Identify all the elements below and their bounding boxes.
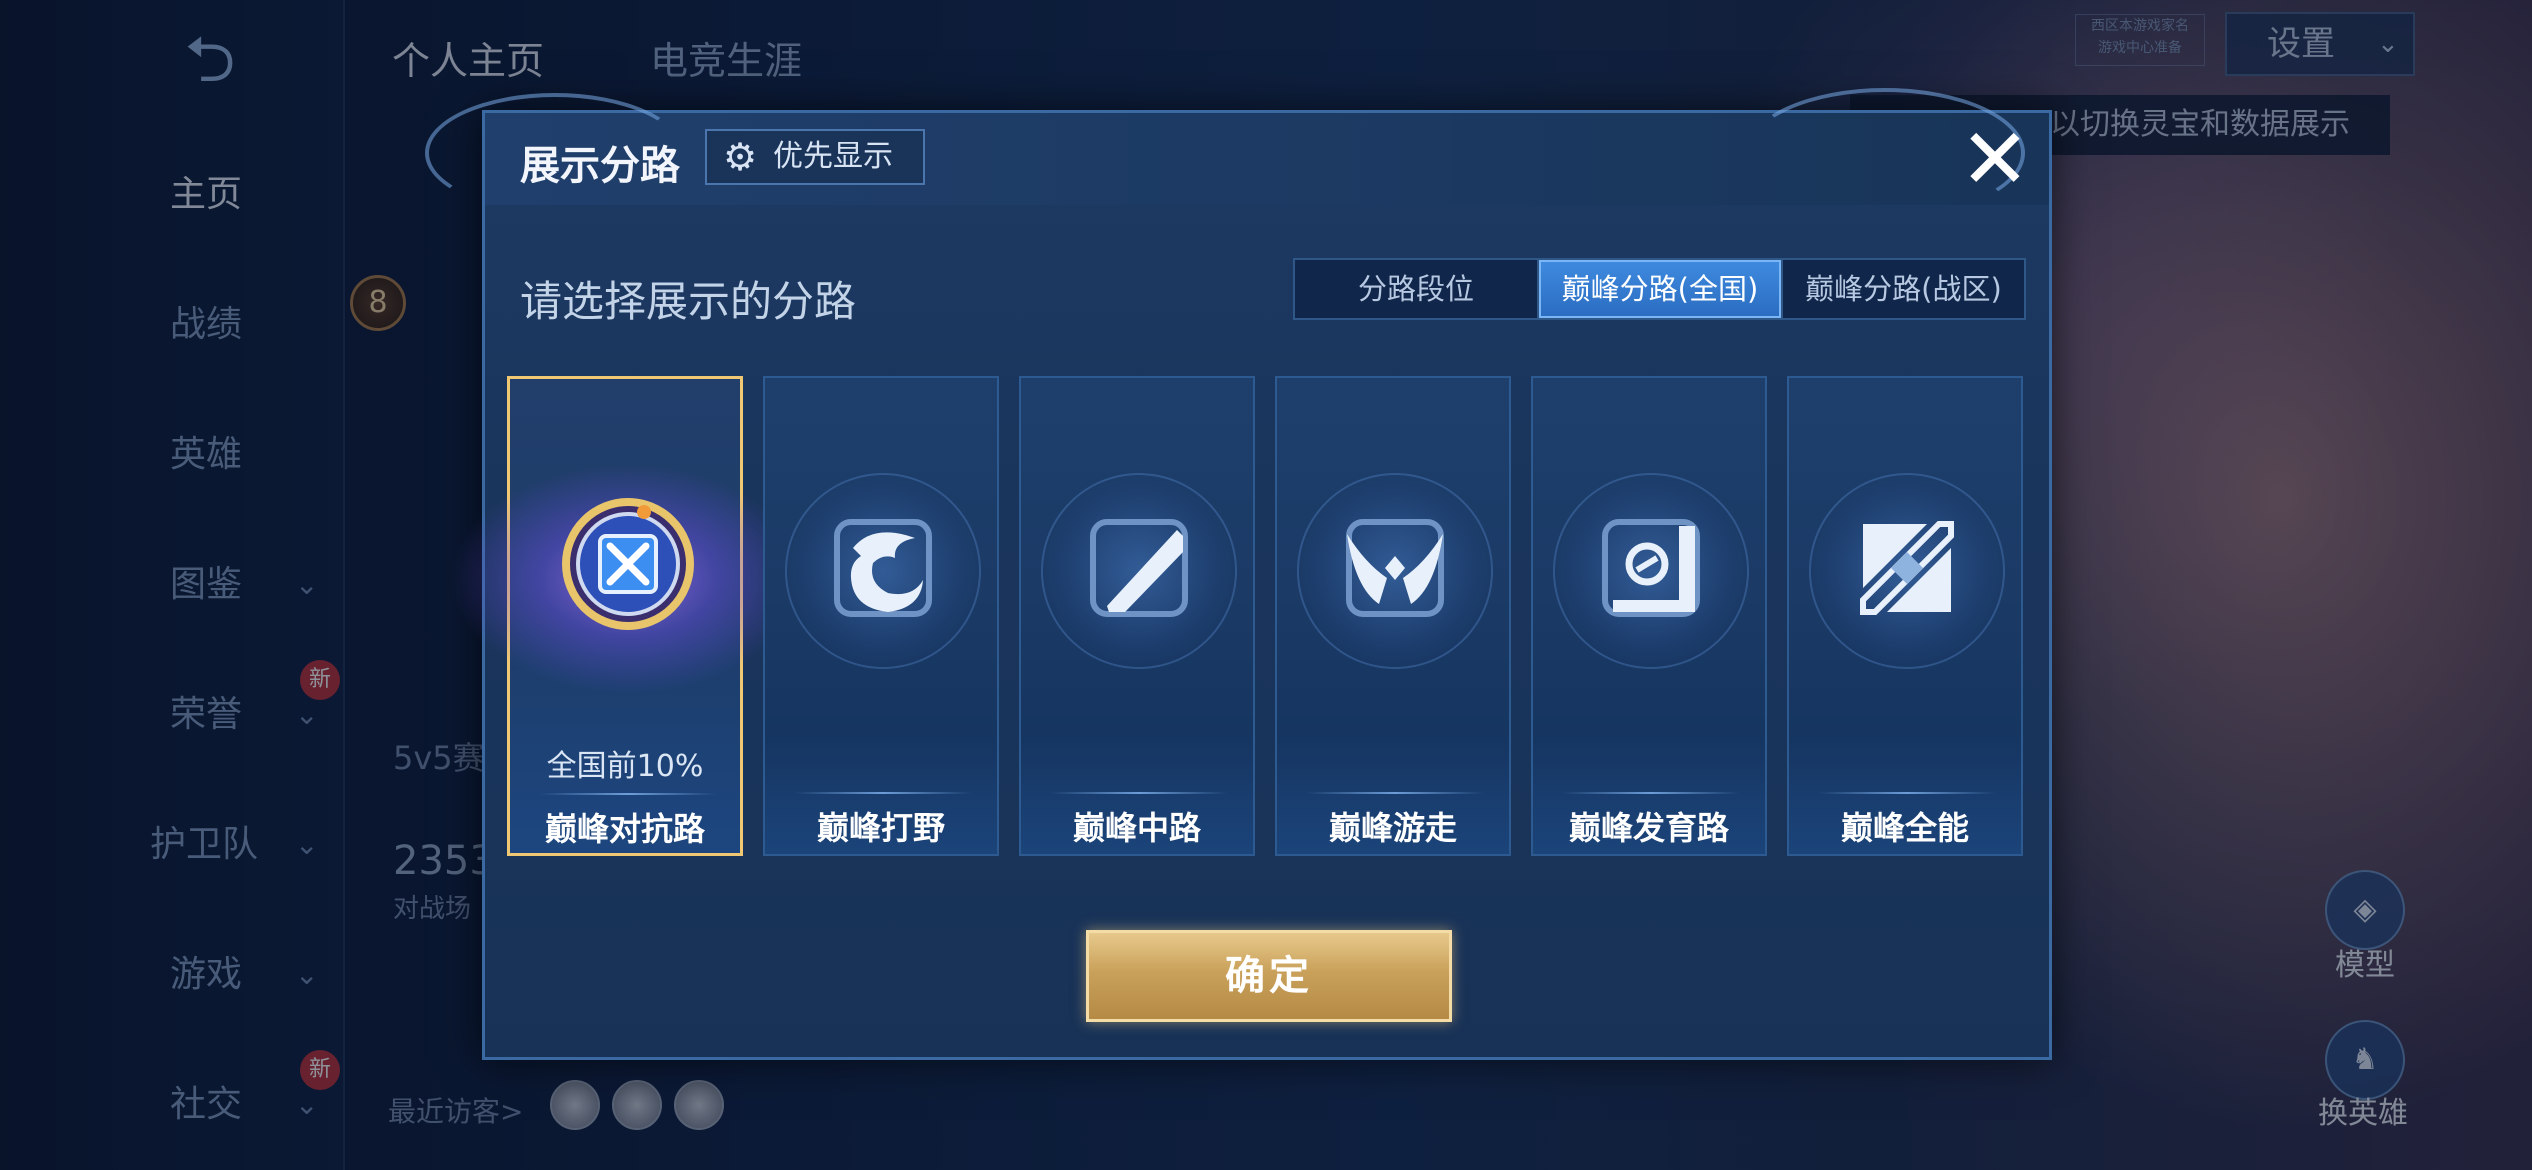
mid-lane-slash-icon	[1090, 519, 1188, 617]
divider	[1307, 792, 1483, 794]
lane-card-clash[interactable]: 全国前10% 巅峰对抗路	[450, 376, 806, 856]
divider	[795, 792, 971, 794]
card-label: 巅峰游走	[1328, 809, 1457, 847]
roam-wings-icon	[1346, 519, 1444, 617]
jungle-dragon-icon	[834, 519, 932, 617]
divider	[1051, 792, 1227, 794]
lane-card-farm[interactable]: 巅峰发育路	[1531, 376, 1767, 856]
farm-lane-icon	[1602, 519, 1700, 617]
lane-card-roam[interactable]: 巅峰游走	[1275, 376, 1511, 856]
tab-peak-lane-national[interactable]: 巅峰分路(全国)	[1539, 260, 1783, 318]
priority-display-label: 优先显示	[773, 139, 893, 174]
card-label: 巅峰全能	[1840, 809, 1969, 847]
divider	[1819, 792, 1995, 794]
confirm-button[interactable]: 确定	[1086, 930, 1452, 1022]
lane-card-all-round[interactable]: 巅峰全能	[1787, 376, 2023, 856]
lane-card-mid[interactable]: 巅峰中路	[1019, 376, 1255, 856]
gear-icon: ⚙	[723, 135, 758, 179]
card-label: 巅峰打野	[816, 809, 945, 847]
dialog-subtitle: 请选择展示的分路	[520, 277, 857, 326]
lane-display-dialog: 展示分路 ⚙ 优先显示 ✕ 请选择展示的分路 分路段位 巅峰分路(全国) 巅峰分…	[425, 88, 2052, 1060]
tab-peak-lane-region[interactable]: 巅峰分路(战区)	[1783, 260, 2024, 318]
card-rank: 全国前10%	[546, 749, 704, 784]
close-icon[interactable]: ✕	[1955, 117, 2035, 201]
priority-display-button[interactable]: ⚙ 优先显示	[705, 129, 925, 185]
card-label: 巅峰发育路	[1568, 809, 1729, 847]
divider	[1563, 792, 1739, 794]
card-label: 巅峰对抗路	[544, 810, 705, 848]
all-round-icon	[1860, 521, 1954, 615]
lane-source-switch: 分路段位 巅峰分路(全国) 巅峰分路(战区)	[1293, 258, 2026, 320]
tab-lane-rank[interactable]: 分路段位	[1295, 260, 1539, 318]
clash-lane-emblem-icon	[562, 498, 694, 630]
lane-card-list: 全国前10% 巅峰对抗路 巅峰打野 巅峰中路 巅峰游走 巅峰发育路 巅峰全能	[450, 376, 2037, 856]
divider	[540, 793, 716, 795]
dialog-title: 展示分路	[520, 143, 680, 189]
card-label: 巅峰中路	[1072, 809, 1201, 847]
lane-card-jungle[interactable]: 巅峰打野	[763, 376, 999, 856]
